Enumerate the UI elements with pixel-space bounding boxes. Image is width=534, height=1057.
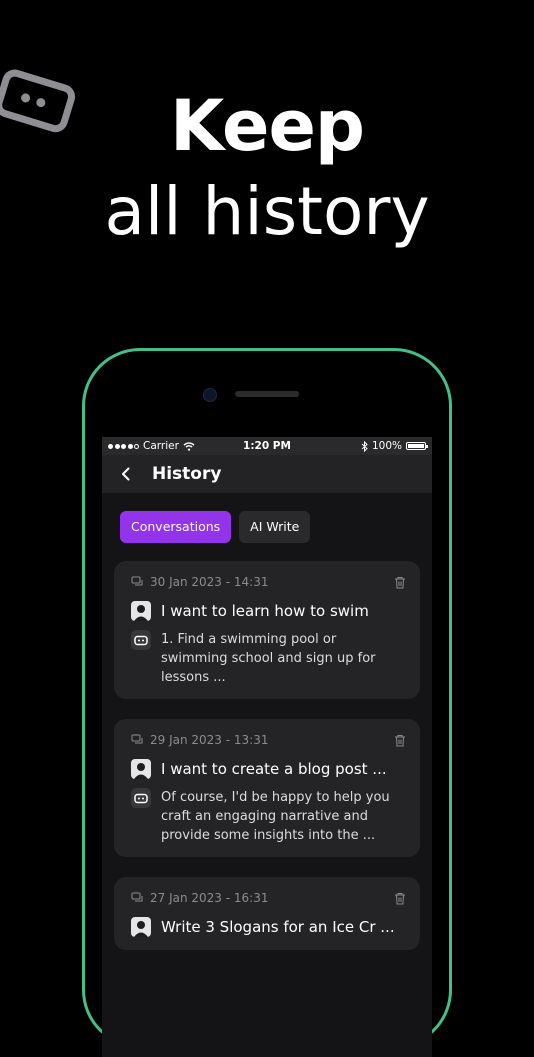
chat-history-icon	[131, 734, 144, 746]
conversation-list: 30 Jan 2023 - 14:31 I want to learn how …	[102, 543, 432, 950]
conversation-question: Write 3 Slogans for an Ice Cr ...	[161, 918, 395, 936]
nav-bar: History	[102, 455, 432, 493]
hero-title: Keep	[169, 85, 365, 167]
signal-icon	[108, 443, 139, 449]
conversation-answer: 1. Find a swimming pool or swimming scho…	[161, 632, 376, 685]
user-avatar-icon	[131, 759, 151, 779]
conversation-date: 29 Jan 2023 - 13:31	[150, 733, 269, 747]
bot-icon	[131, 788, 151, 808]
trash-icon[interactable]	[394, 892, 406, 905]
bot-icon	[131, 630, 151, 650]
conversation-answer: Of course, I'd be happy to help you craf…	[161, 790, 390, 843]
conversation-card[interactable]: 27 Jan 2023 - 16:31 Write 3 Slogans for …	[114, 877, 420, 950]
tab-ai-write[interactable]: AI Write	[239, 511, 311, 543]
chevron-left-icon	[122, 467, 130, 481]
status-bar: Carrier 1:20 PM 100%	[102, 437, 432, 455]
carrier-label: Carrier	[143, 440, 179, 452]
chat-history-icon	[131, 576, 144, 588]
bluetooth-icon	[361, 440, 368, 452]
conversation-question: I want to learn how to swim	[161, 602, 369, 620]
trash-icon[interactable]	[394, 734, 406, 747]
conversation-card[interactable]: 30 Jan 2023 - 14:31 I want to learn how …	[114, 561, 420, 699]
trash-icon[interactable]	[394, 576, 406, 589]
battery-icon	[406, 442, 428, 450]
conversation-date: 30 Jan 2023 - 14:31	[150, 575, 269, 589]
conversation-question: I want to create a blog post ...	[161, 760, 387, 778]
page-title: History	[152, 464, 222, 484]
battery-percent: 100%	[371, 440, 402, 452]
conversation-date: 27 Jan 2023 - 16:31	[150, 891, 269, 905]
user-avatar-icon	[131, 601, 151, 621]
chat-history-icon	[131, 892, 144, 904]
phone-mockup: Carrier 1:20 PM 100% History Conversatio…	[82, 348, 452, 1057]
back-button[interactable]	[116, 464, 136, 484]
wifi-icon	[183, 441, 195, 451]
hero-subtitle: all history	[104, 173, 430, 250]
conversation-card[interactable]: 29 Jan 2023 - 13:31 I want to create a b…	[114, 719, 420, 857]
phone-screen: Carrier 1:20 PM 100% History Conversatio…	[102, 437, 432, 1057]
phone-speaker	[235, 391, 299, 397]
tab-conversations[interactable]: Conversations	[120, 511, 232, 543]
segment-tabs: Conversations AI Write	[102, 493, 432, 543]
user-avatar-icon	[131, 917, 151, 937]
phone-camera	[203, 388, 217, 402]
